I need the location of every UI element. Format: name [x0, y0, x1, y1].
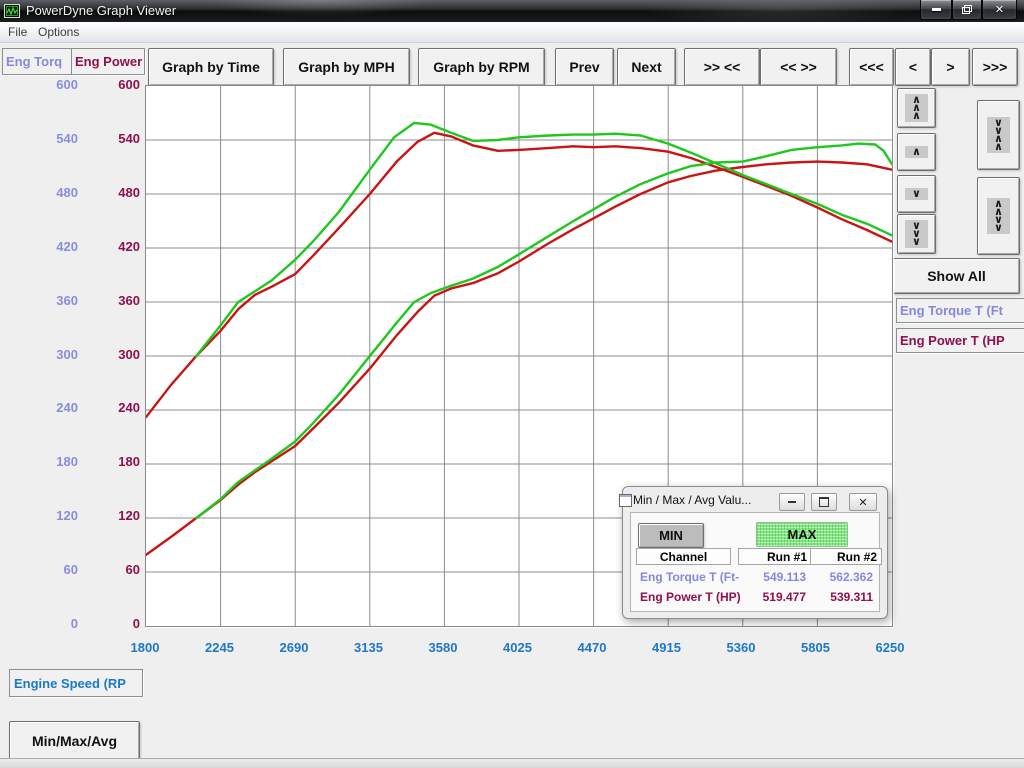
minmax-values-window[interactable]: Min / Max / Avg Valu... ✕ MIN MAX Channe…	[622, 486, 888, 619]
rpm-axis-tick: 2245	[190, 640, 250, 655]
next-button[interactable]: Next	[617, 48, 676, 86]
scroll-bottom-chevrons-icon: ∨∨∨	[905, 220, 928, 248]
app-oscilloscope-icon	[4, 3, 20, 19]
power-axis-tick: 420	[82, 239, 140, 254]
menu-file[interactable]: File	[8, 25, 27, 39]
power-axis-tick: 120	[82, 508, 140, 523]
torque-axis-tick: 0	[20, 616, 78, 631]
window-title: PowerDyne Graph Viewer	[26, 3, 176, 18]
power-axis-tick: 180	[82, 454, 140, 469]
torque-axis-tick: 240	[20, 400, 78, 415]
torque-axis-tick: 600	[20, 77, 78, 92]
scroll-down-button[interactable]: ∨	[897, 175, 936, 213]
column-header-run1[interactable]: Run #1	[738, 548, 812, 565]
graph-by-time-button[interactable]: Graph by Time	[148, 48, 274, 86]
expand-range-chevrons-icon: ∧∧∨∨	[987, 198, 1010, 234]
collapse-range-button[interactable]: ∨∨∧∧	[977, 100, 1020, 170]
torque-axis-tick: 300	[20, 347, 78, 362]
rpm-axis-tick: 5360	[711, 640, 771, 655]
torque-axis-tick: 180	[20, 454, 78, 469]
rpm-axis-tick: 4915	[637, 640, 697, 655]
torque-axis-tick: 120	[20, 508, 78, 523]
prev-button[interactable]: Prev	[555, 48, 614, 86]
title-bar: PowerDyne Graph Viewer ✕	[0, 0, 1024, 22]
torque-axis-label: Eng Torq	[6, 54, 62, 69]
scroll-down-chevrons-icon: ∨	[905, 188, 928, 200]
power-axis-tick: 0	[82, 616, 140, 631]
graph-by-mph-button[interactable]: Graph by MPH	[283, 48, 410, 86]
window-close-button[interactable]: ✕	[982, 0, 1017, 20]
torque-axis-tick: 360	[20, 293, 78, 308]
scroll-top-chevrons-icon: ∧∧∧	[905, 94, 928, 122]
torque-axis-tick: 480	[20, 185, 78, 200]
rpm-axis-tick: 3135	[339, 640, 399, 655]
column-header-run2[interactable]: Run #2	[810, 548, 882, 565]
rpm-axis-tick: 4025	[488, 640, 548, 655]
menu-options[interactable]: Options	[38, 25, 79, 39]
powerdyne-window: PowerDyne Graph Viewer ✕ File Options En…	[0, 0, 1024, 768]
min-toggle-button[interactable]: MIN	[638, 523, 704, 548]
minmax-window-title: Min / Max / Avg Valu...	[633, 493, 751, 507]
minmax-minimize-button[interactable]	[779, 493, 805, 511]
close-icon: ✕	[995, 3, 1004, 16]
rpm-axis-tick: 2690	[264, 640, 324, 655]
scroll-bottom-button[interactable]: ∨∨∨	[897, 214, 936, 254]
pan-far-left-button[interactable]: <<<	[849, 48, 894, 86]
run2-value: 562.362	[810, 570, 873, 584]
expand-range-button[interactable]: ∧∧∨∨	[977, 177, 1020, 255]
torque-axis-tick: 420	[20, 239, 78, 254]
power-axis-header[interactable]: Eng Power (	[71, 48, 145, 75]
channel-button-torque[interactable]: Eng Torque T (Ft	[896, 298, 1024, 323]
x-axis-channel-box[interactable]: Engine Speed (RP	[9, 669, 143, 697]
minmaxavg-button[interactable]: Min/Max/Avg	[9, 721, 140, 761]
run1-value: 549.113	[738, 570, 806, 584]
zoom-in-button[interactable]: >> <<	[684, 48, 760, 86]
scroll-top-button[interactable]: ∧∧∧	[897, 88, 936, 128]
pan-far-right-button[interactable]: >>>	[972, 48, 1018, 86]
restore-icon	[962, 5, 972, 14]
pan-left-button[interactable]: <	[895, 48, 931, 86]
torque-axis-tick: 540	[20, 131, 78, 146]
window-minimize-button[interactable]	[920, 0, 952, 20]
rpm-axis-tick: 3580	[413, 640, 473, 655]
rpm-axis-tick: 4470	[562, 640, 622, 655]
minimize-icon	[932, 8, 941, 11]
minmax-close-button[interactable]: ✕	[849, 493, 877, 511]
restore-icon	[819, 497, 829, 507]
channel-button-power[interactable]: Eng Power T (HP	[896, 328, 1024, 353]
power-axis-tick: 240	[82, 400, 140, 415]
scroll-up-button[interactable]: ∧	[897, 133, 936, 171]
minmax-content: MIN MAX Channel Run #1 Run #2 Eng Torque…	[630, 512, 880, 612]
column-header-channel[interactable]: Channel	[636, 548, 731, 565]
power-axis-label: Eng Power (	[75, 54, 145, 69]
graph-by-rpm-button[interactable]: Graph by RPM	[418, 48, 545, 86]
window-restore-button[interactable]	[952, 0, 982, 20]
menu-bar: File Options	[0, 22, 1024, 43]
torque-axis-tick: 60	[20, 562, 78, 577]
power-axis-tick: 600	[82, 77, 140, 92]
torque-axis-header[interactable]: Eng Torq	[2, 48, 73, 75]
scroll-up-chevrons-icon: ∧	[905, 146, 928, 158]
run1-value: 519.477	[738, 590, 806, 604]
window-bottom-edge	[0, 758, 1024, 768]
pan-right-button[interactable]: >	[931, 48, 970, 86]
minimize-icon	[788, 501, 796, 503]
power-axis-tick: 300	[82, 347, 140, 362]
rpm-axis-tick: 5805	[786, 640, 846, 655]
run2-value: 539.311	[810, 590, 873, 604]
show-all-button[interactable]: Show All	[893, 258, 1020, 294]
power-axis-tick: 540	[82, 131, 140, 146]
power-axis-tick: 60	[82, 562, 140, 577]
collapse-range-chevrons-icon: ∨∨∧∧	[987, 117, 1010, 153]
max-toggle-button[interactable]: MAX	[756, 522, 848, 547]
power-axis-tick: 480	[82, 185, 140, 200]
zoom-out-button[interactable]: << >>	[760, 48, 837, 86]
power-axis-tick: 360	[82, 293, 140, 308]
form-icon	[619, 494, 632, 507]
rpm-axis-tick: 6250	[860, 640, 920, 655]
rpm-axis-tick: 1800	[115, 640, 175, 655]
minmax-restore-button[interactable]	[811, 493, 837, 511]
close-icon: ✕	[858, 496, 867, 509]
curve-run-2-eng-power-t-hp-tte710-cts-intake-port-match	[196, 144, 892, 518]
